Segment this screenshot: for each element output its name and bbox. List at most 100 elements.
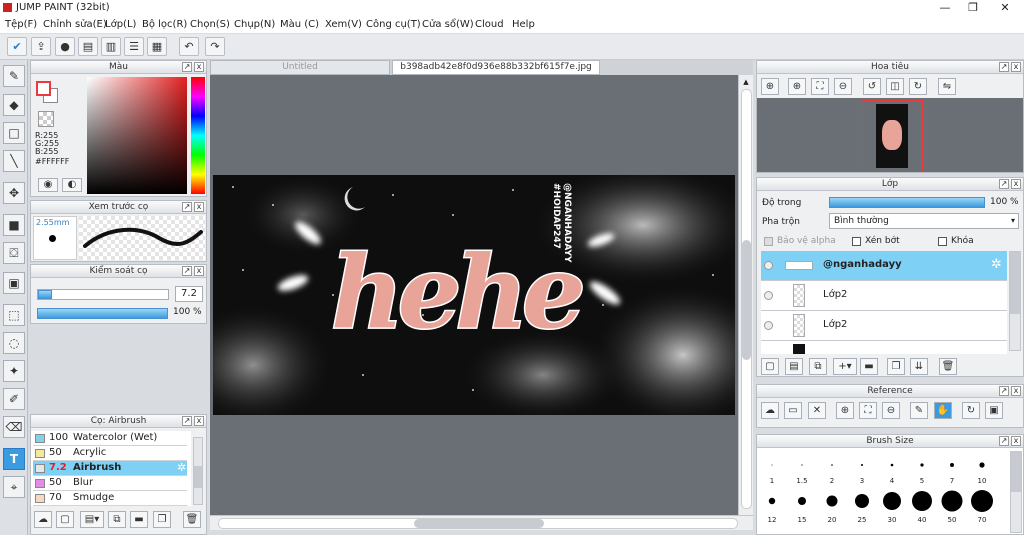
visibility-icon[interactable] — [764, 261, 773, 270]
minimize-button[interactable]: — — [930, 0, 960, 16]
actual-size-icon[interactable]: ⛶ — [811, 78, 829, 95]
navigator-preview-area[interactable] — [757, 98, 1023, 172]
lock-checkbox[interactable] — [938, 237, 947, 246]
panel-float-icon[interactable]: ↗ — [999, 62, 1009, 72]
magic-wand-tool-icon[interactable]: ✦ — [3, 360, 25, 382]
eraser-tool-icon[interactable]: ◆ — [3, 94, 25, 116]
size-label[interactable]: 1.5 — [787, 477, 817, 485]
size-label[interactable]: 4 — [877, 477, 907, 485]
settings-gear-icon[interactable]: ✲ — [177, 461, 186, 475]
brush-item-airbrush[interactable]: 7.2 Airbrush ✲ — [33, 461, 187, 476]
brush-size-scrollbar[interactable] — [1010, 451, 1022, 533]
brush-item-blur[interactable]: 50 Blur — [33, 476, 187, 491]
brush-size-value[interactable]: 7.2 — [175, 286, 203, 302]
add-layer-menu-icon[interactable]: +▾ — [833, 358, 857, 375]
layer-row-nganhadayy[interactable]: @nganhadayy ✲ — [761, 251, 1007, 281]
cloud-brush-icon[interactable]: ☁ — [34, 511, 52, 528]
panel-float-icon[interactable]: ↗ — [182, 202, 192, 212]
duplicate-layer-icon[interactable]: ❐ — [887, 358, 905, 375]
export-icon[interactable]: ⇪ — [31, 37, 51, 56]
blend-mode-select[interactable]: Bình thường ▾ — [829, 213, 1019, 229]
brush-list-scrollbar[interactable] — [193, 437, 203, 505]
size-label[interactable]: 1 — [757, 477, 787, 485]
layer-copy-icon[interactable]: ⧉ — [809, 358, 827, 375]
menu-tools[interactable]: Công cụ(T) — [366, 19, 421, 30]
menu-capture[interactable]: Chụp(N) — [234, 19, 275, 30]
size-label[interactable]: 5 — [907, 477, 937, 485]
panel-float-icon[interactable]: ↗ — [999, 436, 1009, 446]
cloud-sync-icon[interactable]: ✔ — [7, 37, 27, 56]
size-label[interactable]: 2 — [817, 477, 847, 485]
brush-item-acrylic[interactable]: 50 Acrylic — [33, 446, 187, 461]
panel-close-icon[interactable]: x — [1011, 179, 1021, 189]
rotate-reset-icon[interactable]: ◫ — [886, 78, 904, 95]
size-label[interactable]: 3 — [847, 477, 877, 485]
brush-delete-icon[interactable]: 🗑 — [183, 511, 201, 528]
new-brush-icon[interactable]: ▢ — [56, 511, 74, 528]
brush-item-watercolor[interactable]: 100 Watercolor (Wet) — [33, 431, 187, 446]
grid-icon[interactable]: ▦ — [147, 37, 167, 56]
tab-untitled[interactable]: Untitled — [210, 60, 390, 75]
menu-color[interactable]: Màu (C) — [280, 19, 319, 30]
panel-close-icon[interactable]: x — [194, 62, 204, 72]
visibility-icon[interactable] — [764, 321, 773, 330]
panel-close-icon[interactable]: x — [1011, 62, 1021, 72]
canvas-viewport[interactable]: hehe @NGANHADAYY #HOIDAP247 — [210, 75, 738, 515]
canvas-horizontal-scrollbar[interactable] — [210, 515, 753, 530]
open-reference-icon[interactable]: ▭ — [784, 402, 802, 419]
brush-opacity-slider[interactable] — [37, 308, 168, 319]
rotate-right-icon[interactable]: ↻ — [909, 78, 927, 95]
maximize-button[interactable]: ❐ — [958, 0, 988, 16]
eyedropper-tool-icon[interactable]: ⌖ — [3, 476, 25, 498]
saturation-value-picker[interactable] — [87, 77, 187, 194]
ref-eyedropper-icon[interactable]: ✎ — [910, 402, 928, 419]
artwork-canvas[interactable]: hehe @NGANHADAYY #HOIDAP247 — [213, 175, 735, 415]
select-eraser-tool-icon[interactable]: ⌫ — [3, 416, 25, 438]
menu-filter[interactable]: Bộ lọc(R) — [142, 19, 187, 30]
zoom-out-icon[interactable]: ⊖ — [834, 78, 852, 95]
redo-icon[interactable]: ↷ — [205, 37, 225, 56]
brush-copy-icon[interactable]: ⧉ — [108, 511, 126, 528]
visibility-icon[interactable] — [764, 291, 773, 300]
flip-icon[interactable]: ⇋ — [938, 78, 956, 95]
rotate-left-icon[interactable]: ↺ — [863, 78, 881, 95]
brush-folder-icon[interactable]: ▬ — [130, 511, 148, 528]
cloud-reference-icon[interactable]: ☁ — [761, 402, 779, 419]
zoom-fit-icon[interactable]: ⊕ — [761, 78, 779, 95]
bucket-tool-icon[interactable]: ⛋ — [3, 242, 25, 264]
close-reference-icon[interactable]: ✕ — [808, 402, 826, 419]
layer-row-partial[interactable] — [761, 341, 1007, 354]
rect-select-tool-icon[interactable]: ⬚ — [3, 304, 25, 326]
new-raster-layer-icon[interactable]: ▤ — [785, 358, 803, 375]
delete-layer-icon[interactable]: 🗑 — [939, 358, 957, 375]
ref-frame-icon[interactable]: ▣ — [985, 402, 1003, 419]
size-label[interactable]: 25 — [847, 516, 877, 524]
layer-list-scrollbar[interactable] — [1009, 251, 1021, 351]
menu-view[interactable]: Xem(V) — [325, 19, 362, 30]
scroll-up-icon[interactable]: ▲ — [741, 78, 751, 88]
close-button[interactable]: ✕ — [990, 0, 1020, 16]
rectangle-tool-icon[interactable]: □ — [3, 122, 25, 144]
brush-menu-icon[interactable]: ▤▾ — [80, 511, 104, 528]
navigator-viewport-box[interactable] — [861, 100, 923, 172]
protect-alpha-checkbox[interactable] — [764, 237, 773, 246]
panel-float-icon[interactable]: ↗ — [182, 62, 192, 72]
panel-close-icon[interactable]: x — [194, 266, 204, 276]
menu-window[interactable]: Cửa sổ(W) — [422, 19, 474, 30]
new-layer-icon[interactable]: ▢ — [761, 358, 779, 375]
panel-close-icon[interactable]: x — [194, 416, 204, 426]
size-label[interactable]: 30 — [877, 516, 907, 524]
size-label[interactable]: 20 — [817, 516, 847, 524]
page-icon[interactable]: ▥ — [101, 37, 121, 56]
merge-layer-icon[interactable]: ⇊ — [910, 358, 928, 375]
ref-zoom-out-icon[interactable]: ⊖ — [882, 402, 900, 419]
layer-opacity-slider[interactable] — [829, 197, 985, 208]
ref-rotate-icon[interactable]: ↻ — [962, 402, 980, 419]
menu-help[interactable]: Help — [512, 19, 535, 30]
panel-close-icon[interactable]: x — [194, 202, 204, 212]
size-label[interactable]: 70 — [967, 516, 997, 524]
layer-row-lop2-b[interactable]: Lớp2 — [761, 311, 1007, 341]
size-label[interactable]: 10 — [967, 477, 997, 485]
size-label[interactable]: 15 — [787, 516, 817, 524]
menu-cloud[interactable]: Cloud — [475, 19, 504, 30]
